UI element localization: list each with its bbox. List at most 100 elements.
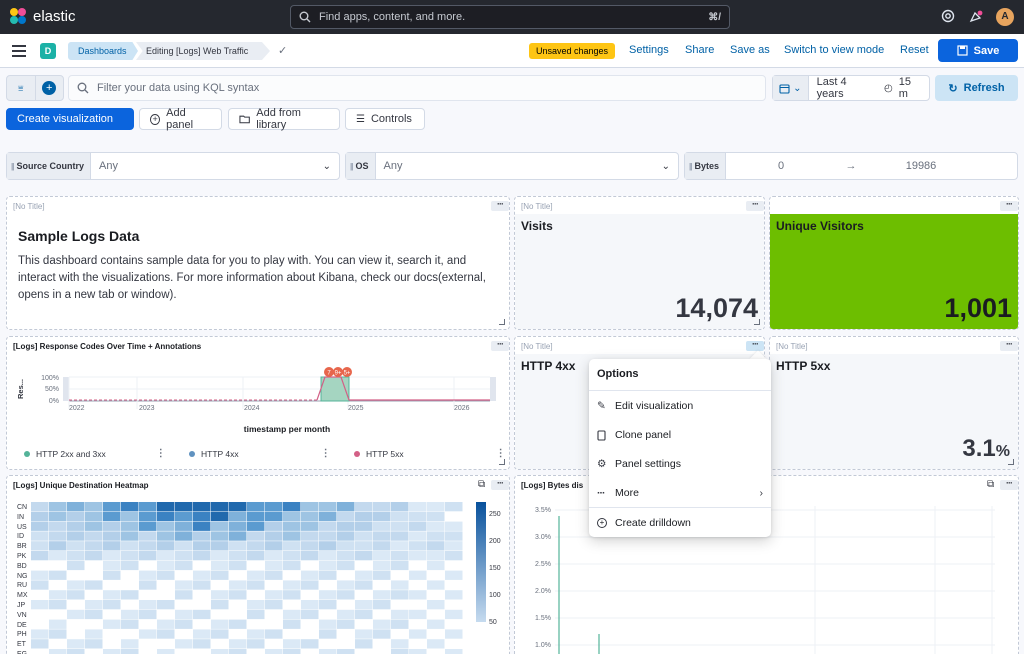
panel-options-icon[interactable]: ··· [1000, 340, 1018, 351]
global-search-bar[interactable]: Find apps, content, and more. ⌘/ [290, 5, 730, 29]
menu-item-label: Clone panel [615, 429, 672, 441]
add-filter-button[interactable]: + [34, 76, 64, 100]
refresh-interval-label[interactable]: 15 m [893, 76, 929, 100]
panel-options-icon[interactable]: ··· [491, 200, 509, 211]
heatmap-cell [175, 639, 193, 649]
heatmap-cell [31, 541, 49, 551]
drag-handle-icon[interactable]: || [11, 162, 15, 171]
heatmap-cell [319, 649, 337, 654]
heatmap-cell [103, 541, 121, 551]
heatmap-cell [229, 511, 247, 522]
resize-handle-icon[interactable] [499, 319, 505, 325]
heatmap-cell [103, 580, 121, 590]
refresh-button[interactable]: ↻ Refresh [935, 75, 1018, 101]
bytes-min-input[interactable]: 0 [726, 160, 836, 172]
panel-options-icon[interactable]: ··· [1000, 200, 1018, 211]
panel-options-icon[interactable]: ··· [746, 340, 764, 351]
heatmap-cell [139, 521, 157, 531]
help-icon[interactable] [940, 9, 956, 25]
source-country-control[interactable]: || Source Country Any ⌄ [6, 152, 340, 180]
heatmap-cell [265, 600, 283, 610]
add-from-library-button[interactable]: Add from library [228, 107, 340, 131]
filter-icon[interactable]: ⧉ [478, 479, 485, 490]
date-picker[interactable]: ⌄ Last 4 years ◴ 15 m [772, 75, 930, 101]
heatmap-cell [211, 521, 229, 531]
menu-item-panel-settings[interactable]: ⚙ Panel settings [597, 454, 763, 474]
switch-to-view-mode-link[interactable]: Switch to view mode [784, 44, 884, 56]
breadcrumb-current-label: Editing [Logs] Web Traffic [146, 46, 249, 56]
save-button[interactable]: Save [938, 39, 1018, 62]
heatmap-cell [247, 570, 265, 580]
chevron-down-icon: ⌄ [793, 82, 802, 94]
heatmap-cell [373, 649, 391, 654]
heatmap-cell [247, 541, 265, 551]
bytes-max-input[interactable]: 19986 [866, 160, 976, 172]
heatmap-cell [373, 590, 391, 600]
heatmap-cell [355, 560, 373, 571]
controls-button[interactable]: ☰ Controls [345, 108, 425, 130]
add-panel-label: Add panel [166, 107, 194, 131]
bytes-range-control[interactable]: || Bytes 0 → 19986 [684, 152, 1018, 180]
resize-handle-icon[interactable] [1008, 459, 1014, 465]
heatmap-cell [283, 551, 301, 561]
heatmap-cell [301, 629, 319, 639]
breadcrumb-dashboards[interactable]: Dashboards [68, 42, 138, 60]
plus-in-circle-icon: + [150, 113, 161, 125]
heatmap-cell [139, 560, 157, 571]
heatmap-cell [337, 541, 355, 551]
heatmap-cell [175, 570, 193, 580]
drag-handle-icon[interactable]: || [689, 162, 693, 171]
quick-select-button[interactable]: ⌄ [773, 76, 809, 100]
panel-title: [No Title] [13, 202, 45, 211]
create-visualization-button[interactable]: Create visualization [6, 108, 134, 130]
os-control[interactable]: || OS Any ⌄ [345, 152, 679, 180]
time-range-label[interactable]: Last 4 years [809, 76, 884, 100]
heatmap-row-labels: CN IN US ID BRPK BD NG RU MXJP VN DE PH ETEG [17, 503, 28, 654]
heatmap-cell [391, 551, 409, 561]
resize-handle-icon[interactable] [499, 459, 505, 465]
share-link[interactable]: Share [685, 44, 714, 56]
legend-actions-icon[interactable]: ⋮ [321, 448, 331, 459]
reset-link[interactable]: Reset [900, 44, 929, 56]
legend-item-2xx[interactable]: HTTP 2xx and 3xx ⋮ [24, 448, 166, 459]
menu-item-edit-visualization[interactable]: ✎ Edit visualization [597, 396, 763, 416]
legend-actions-icon[interactable]: ⋮ [156, 448, 166, 459]
menu-item-create-drilldown[interactable]: + Create drilldown [597, 513, 763, 533]
legend-actions-icon[interactable]: ⋮ [496, 448, 506, 459]
menu-icon[interactable] [12, 45, 26, 57]
panel-options-icon[interactable]: ··· [491, 479, 509, 490]
heatmap-row-label: PH [17, 631, 27, 639]
resize-handle-icon[interactable] [754, 319, 760, 325]
heatmap-cell [121, 609, 139, 620]
filter-menu-button[interactable]: ⩸ [7, 76, 35, 100]
add-panel-button[interactable]: + Add panel [139, 107, 222, 131]
settings-link[interactable]: Settings [629, 44, 669, 56]
kql-search-input[interactable]: Filter your data using KQL syntax [68, 75, 766, 101]
checkmark-icon[interactable]: ✓ [278, 44, 287, 57]
heatmap-cell [319, 502, 337, 512]
news-feed-icon[interactable] [968, 9, 984, 25]
menu-item-clone-panel[interactable]: Clone panel [597, 425, 763, 445]
save-as-link[interactable]: Save as [730, 44, 770, 56]
user-avatar[interactable]: A [996, 8, 1014, 26]
plus-in-circle-icon: + [597, 518, 607, 528]
heatmap-color-scale [476, 502, 486, 622]
heatmap-cell [193, 570, 211, 580]
y-tick-label: 100% [41, 375, 59, 382]
heatmap-cell [247, 560, 265, 571]
drag-handle-icon[interactable]: || [350, 162, 354, 171]
legend-item-5xx[interactable]: HTTP 5xx ⋮ [354, 448, 506, 459]
heatmap-cell [229, 570, 247, 580]
heatmap-cell [265, 609, 283, 620]
heatmap-cell [373, 511, 391, 522]
space-avatar[interactable]: D [40, 43, 56, 59]
panel-options-icon[interactable]: ··· [746, 200, 764, 211]
heatmap-cell [355, 580, 373, 590]
menu-item-more[interactable]: ··· More › [597, 483, 763, 503]
elastic-logo[interactable]: elastic [10, 8, 76, 25]
legend-item-4xx[interactable]: HTTP 4xx ⋮ [189, 448, 331, 459]
breadcrumb-current[interactable]: Editing [Logs] Web Traffic ✎ [136, 42, 270, 60]
visits-panel: [No Title] ··· Visits 14,074 [514, 196, 765, 330]
heatmap-cell [157, 570, 175, 580]
refresh-icon: ↻ [948, 82, 958, 95]
